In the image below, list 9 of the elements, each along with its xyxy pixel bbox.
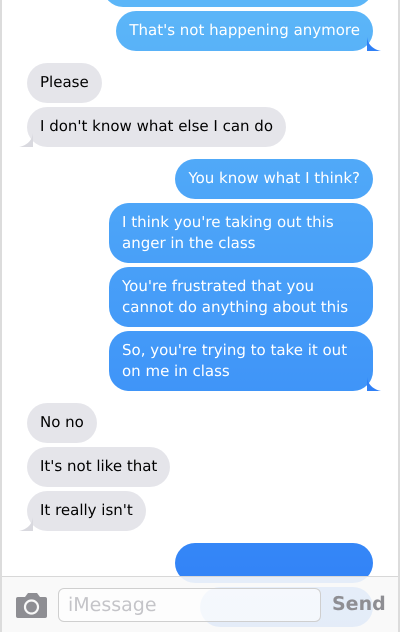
message-bubble: You're frustrated that you cannot do anything about this [109, 267, 373, 327]
message-input[interactable]: iMessage [58, 588, 321, 622]
camera-icon[interactable] [15, 592, 48, 618]
send-button[interactable]: Send [332, 590, 386, 619]
message-bubble: Please [27, 63, 102, 103]
message-bubble: It's not like that [27, 447, 170, 487]
message-bubble: I think you're taking out this anger in the class [109, 203, 373, 263]
message-bubble: No no [27, 403, 97, 443]
message-bubble: You know what I think? [175, 159, 373, 199]
